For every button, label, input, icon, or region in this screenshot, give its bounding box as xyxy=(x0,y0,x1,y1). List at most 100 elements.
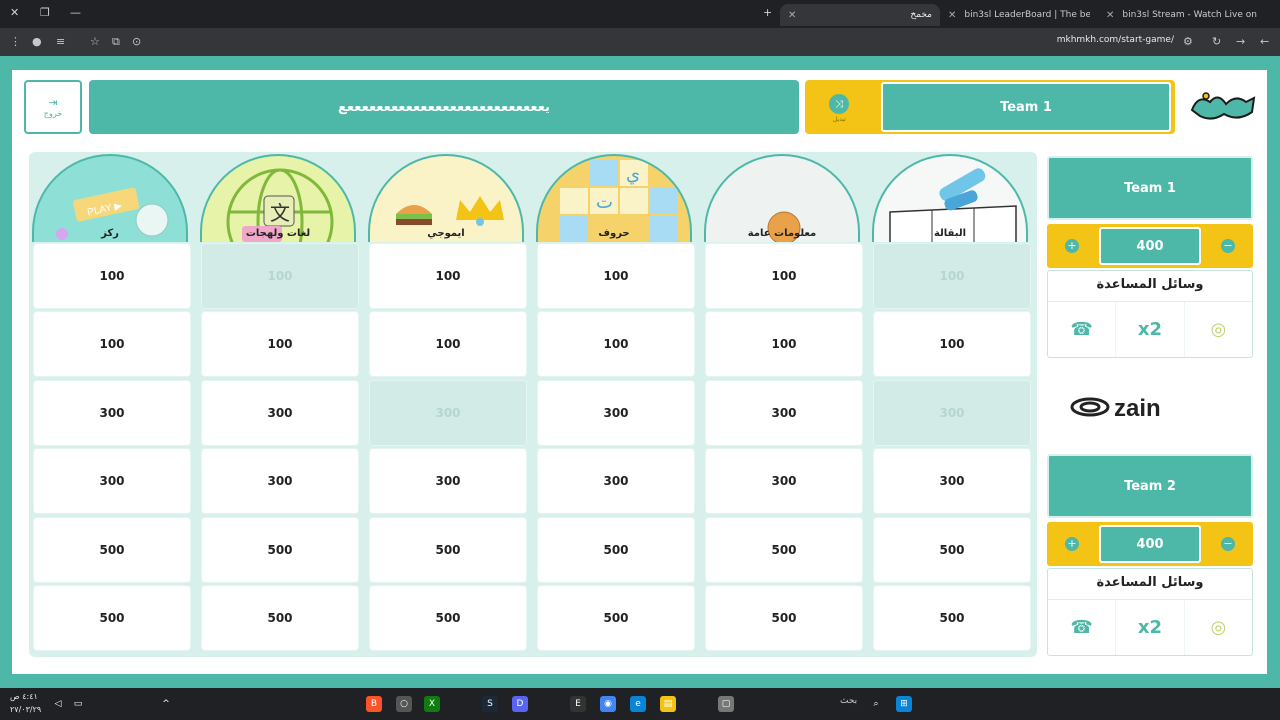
question-cell[interactable]: 100 xyxy=(34,244,190,308)
category-header[interactable]: PLAY ▶ ركز xyxy=(32,154,188,242)
category-column: ايموجي 100 100 300 300 500 500 xyxy=(365,152,526,657)
forward-icon[interactable]: → xyxy=(1236,35,1245,48)
xbox-icon[interactable]: X xyxy=(424,696,440,712)
double-points-icon[interactable]: x2 xyxy=(1115,600,1183,655)
subtract-points-icon[interactable]: − xyxy=(1221,239,1235,253)
tab-kick-stream[interactable]: ✕ bin3sl Stream - Watch Live on K xyxy=(1098,4,1258,26)
question-cell[interactable]: 500 xyxy=(202,518,358,582)
team-2-name: Team 2 xyxy=(1047,454,1253,518)
share-icon[interactable]: ⧉ xyxy=(112,35,120,49)
question-cell[interactable]: 500 xyxy=(538,586,694,650)
question-cell[interactable]: 300 xyxy=(202,449,358,513)
brave-icon[interactable]: B xyxy=(366,696,382,712)
new-tab-icon[interactable]: + xyxy=(763,6,772,19)
question-cell[interactable]: 300 xyxy=(874,449,1030,513)
network-icon[interactable]: ▭ xyxy=(70,696,86,712)
address-bar[interactable]: mkhmkh.com/start-game/ xyxy=(1057,35,1174,45)
category-header[interactable]: البقالة xyxy=(872,154,1028,242)
question-cell[interactable]: 500 xyxy=(874,518,1030,582)
add-points-icon[interactable]: + xyxy=(1065,537,1079,551)
steam-icon[interactable]: S xyxy=(482,696,498,712)
question-cell[interactable]: 500 xyxy=(34,518,190,582)
windows-start-icon[interactable]: ⊞ xyxy=(896,696,912,712)
question-cell[interactable]: 500 xyxy=(706,518,862,582)
category-header[interactable]: معلومات عامة xyxy=(704,154,860,242)
minimize-window-icon[interactable]: — xyxy=(70,6,81,19)
bookmark-star-icon[interactable]: ☆ xyxy=(90,35,100,48)
double-points-icon[interactable]: x2 xyxy=(1115,302,1183,357)
question-cell[interactable]: 100 xyxy=(370,244,526,308)
close-tab-icon[interactable]: ✕ xyxy=(948,10,956,21)
exit-icon: ⇥ xyxy=(48,96,58,109)
question-cell[interactable]: 100 xyxy=(370,312,526,376)
question-cell[interactable]: 100 xyxy=(538,244,694,308)
question-cell[interactable]: 100 xyxy=(202,312,358,376)
switch-turn-icon[interactable]: ⤨ xyxy=(829,94,849,114)
question-cell[interactable]: 100 xyxy=(34,312,190,376)
back-icon[interactable]: ← xyxy=(1260,35,1269,48)
zain-logo: zain xyxy=(1070,395,1161,422)
question-cell-used: 300 xyxy=(874,381,1030,445)
question-cell[interactable]: 500 xyxy=(202,586,358,650)
question-cell[interactable]: 500 xyxy=(538,518,694,582)
pit-icon[interactable]: ◎ xyxy=(1183,302,1252,357)
file-explorer-icon[interactable]: ▤ xyxy=(660,696,676,712)
question-cell[interactable]: 300 xyxy=(202,381,358,445)
category-header[interactable]: ي ت حروف xyxy=(536,154,692,242)
question-cell[interactable]: 500 xyxy=(706,586,862,650)
task-view-icon[interactable]: ▢ xyxy=(718,696,734,712)
subtract-points-icon[interactable]: − xyxy=(1221,537,1235,551)
question-cell[interactable]: 500 xyxy=(874,586,1030,650)
question-cell[interactable]: 300 xyxy=(706,381,862,445)
exit-label: خروج xyxy=(43,109,63,118)
tab-mkhmkh[interactable]: ✕ مخمخ xyxy=(780,4,940,26)
site-settings-icon[interactable]: ⚙ xyxy=(1183,35,1193,48)
close-window-icon[interactable]: ✕ xyxy=(10,6,19,19)
edge-icon[interactable]: e xyxy=(630,696,646,712)
help-tools-title: وسائل المساعدة xyxy=(1096,575,1204,590)
question-cell[interactable]: 500 xyxy=(370,518,526,582)
discord-icon[interactable]: D xyxy=(512,696,528,712)
question-cell[interactable]: 100 xyxy=(706,244,862,308)
question-cell[interactable]: 300 xyxy=(706,449,862,513)
close-tab-icon[interactable]: ✕ xyxy=(788,10,796,21)
question-cell[interactable]: 100 xyxy=(706,312,862,376)
close-tab-icon[interactable]: ✕ xyxy=(1106,10,1114,21)
menu-dots-icon[interactable]: ⋮ xyxy=(10,35,21,48)
pit-icon[interactable]: ◎ xyxy=(1183,600,1252,655)
question-cell[interactable]: 100 xyxy=(874,312,1030,376)
speaker-icon[interactable]: ◁ xyxy=(50,696,66,712)
question-cell[interactable]: 500 xyxy=(370,586,526,650)
tab-leaderboard[interactable]: ✕ bin3sl LeaderBoard | The best c xyxy=(940,4,1090,26)
team-2-score: 400 xyxy=(1099,525,1201,563)
turn-indicator: ⤨ تبديل Team 1 xyxy=(805,80,1175,134)
call-icon[interactable]: ☎ xyxy=(1048,302,1115,357)
question-cell[interactable]: 300 xyxy=(370,449,526,513)
question-cell[interactable]: 300 xyxy=(538,449,694,513)
team-1-name: Team 1 xyxy=(1047,156,1253,220)
question-cell[interactable]: 500 xyxy=(34,586,190,650)
category-header[interactable]: 文 لغات ولهجات xyxy=(200,154,356,242)
obs-icon[interactable]: ○ xyxy=(396,696,412,712)
call-icon[interactable]: ☎ xyxy=(1048,600,1115,655)
reading-list-icon[interactable]: ≡ xyxy=(56,35,65,48)
add-points-icon[interactable]: + xyxy=(1065,239,1079,253)
clock-time: ٤:٤١ ص xyxy=(10,692,38,701)
question-cell[interactable]: 100 xyxy=(538,312,694,376)
system-clock[interactable]: ٤:٤١ ص ٢٧/٠٣/٢٩ xyxy=(10,690,41,716)
question-bar: يعععععععععععععععععععععععععععع xyxy=(89,80,799,134)
exit-button[interactable]: ⇥ خروج xyxy=(24,80,82,134)
chrome-icon[interactable]: ◉ xyxy=(600,696,616,712)
question-cell[interactable]: 300 xyxy=(538,381,694,445)
question-cell[interactable]: 300 xyxy=(34,381,190,445)
epic-games-icon[interactable]: E xyxy=(570,696,586,712)
incognito-icon[interactable]: ⊙ xyxy=(132,35,141,48)
restore-window-icon[interactable]: ❐ xyxy=(40,6,50,19)
taskbar-search[interactable]: بحث xyxy=(840,696,857,706)
tray-chevron-icon[interactable]: ^ xyxy=(158,696,174,712)
reload-icon[interactable]: ↻ xyxy=(1212,35,1221,48)
question-cell[interactable]: 300 xyxy=(34,449,190,513)
profile-icon[interactable]: ● xyxy=(32,35,42,48)
search-icon[interactable]: ⌕ xyxy=(868,696,884,712)
category-header[interactable]: ايموجي xyxy=(368,154,524,242)
